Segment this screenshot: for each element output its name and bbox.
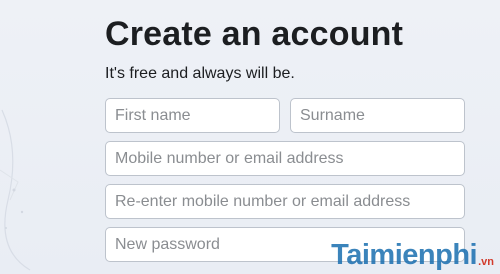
- confirm-mobile-or-email-input[interactable]: [105, 184, 465, 219]
- signup-form: Create an account It's free and always w…: [105, 14, 467, 262]
- first-name-input[interactable]: [105, 98, 280, 133]
- page-title: Create an account: [105, 15, 404, 53]
- surname-input[interactable]: [290, 98, 465, 133]
- page-subtitle: It's free and always will be.: [105, 65, 295, 82]
- watermark-suffix: .vn: [478, 256, 494, 268]
- signup-page: Create an account It's free and always w…: [0, 0, 500, 274]
- name-row: [105, 98, 467, 133]
- watermark-brand: Taimienphi: [331, 239, 478, 271]
- background-decoration: [0, 109, 31, 271]
- watermark-logo: Taimienphi .vn: [331, 240, 494, 270]
- mobile-or-email-input[interactable]: [105, 141, 465, 176]
